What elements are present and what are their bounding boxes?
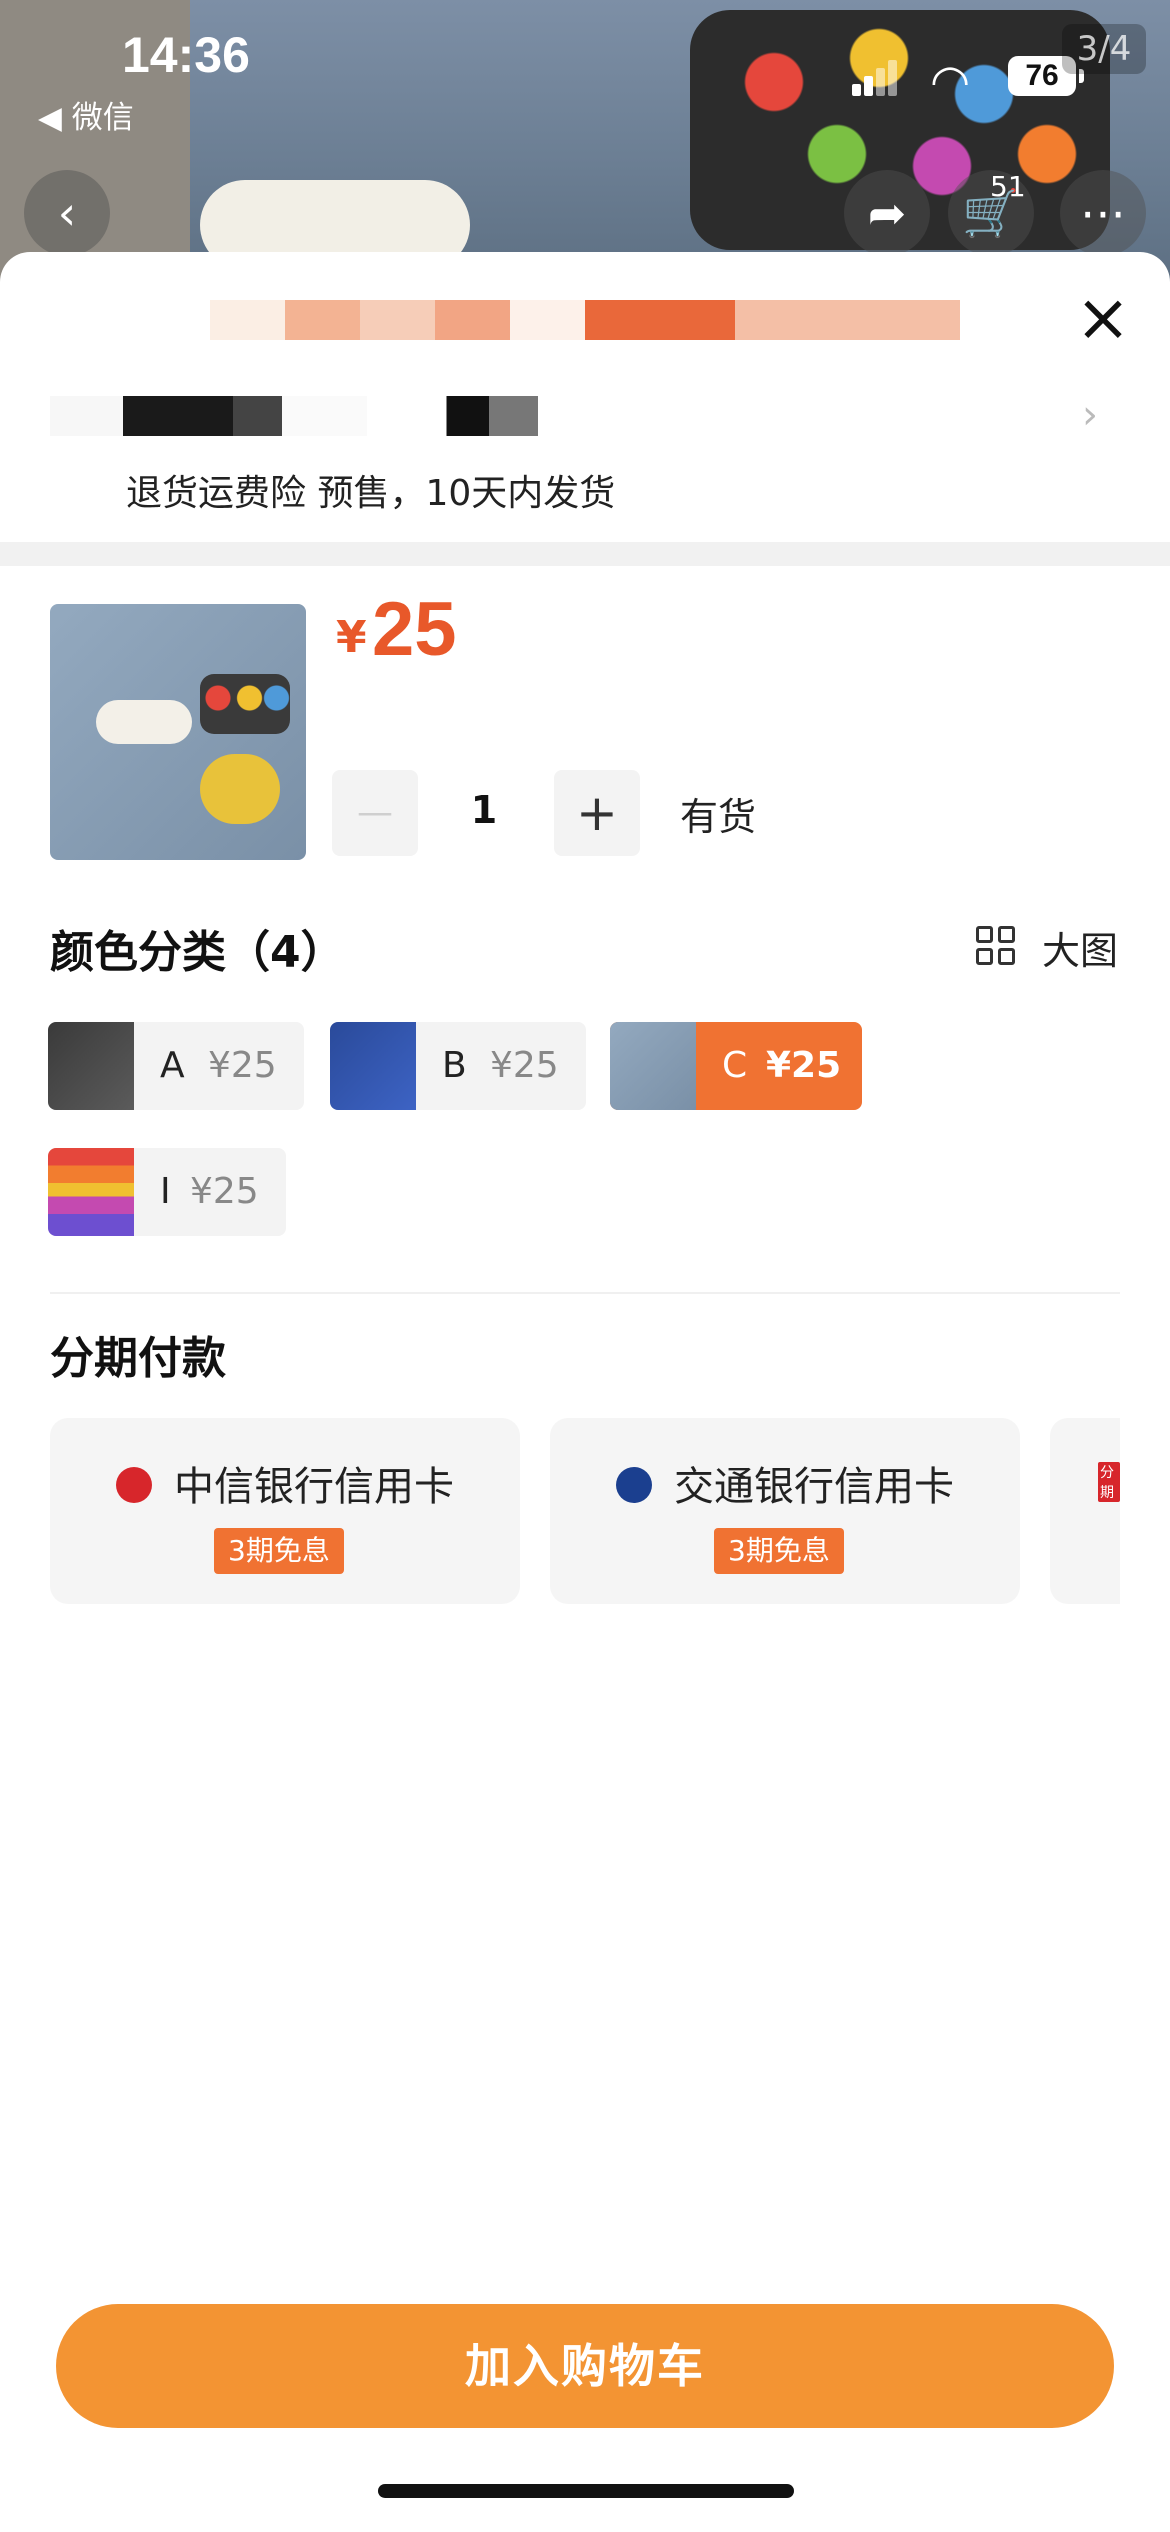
installment-card-partial[interactable]: 分期: [1050, 1418, 1120, 1604]
gallery-pager: 3/4: [1062, 24, 1146, 74]
installment-card-bocom[interactable]: 交通银行信用卡 3期免息: [550, 1418, 1020, 1604]
quantity-increase-button[interactable]: +: [554, 770, 640, 856]
sku-option-price: ¥25: [766, 1045, 842, 1086]
installment-section-title: 分期付款: [50, 1333, 226, 1384]
sku-c-image: [610, 1022, 696, 1110]
chevron-right-icon[interactable]: ›: [1082, 392, 1098, 438]
section-divider-line: [50, 1292, 1120, 1294]
section-divider: [0, 542, 1170, 566]
price-currency: ¥: [336, 612, 367, 663]
installment-card-citic[interactable]: 中信银行信用卡 3期免息: [50, 1418, 520, 1604]
sku-option-price: ¥25: [208, 1045, 277, 1086]
add-to-cart-button[interactable]: 加入购物车: [56, 2304, 1114, 2428]
sku-option-a[interactable]: A ¥25: [48, 1022, 304, 1110]
sku-b-image: [330, 1022, 416, 1110]
sku-a-image: [48, 1022, 134, 1110]
home-indicator: [378, 2484, 794, 2498]
big-image-label: 大图: [1042, 929, 1119, 973]
plus-icon: +: [576, 784, 618, 842]
quantity-value[interactable]: 1: [440, 788, 528, 832]
minus-icon: —: [357, 792, 393, 833]
status-time: 14:36: [122, 27, 250, 83]
installment-logo-text: 分期: [1098, 1462, 1120, 1502]
close-sheet-button[interactable]: ×: [1070, 285, 1136, 354]
back-button[interactable]: ‹: [24, 170, 110, 256]
citic-bank-logo-icon: [116, 1467, 152, 1503]
quantity-decrease-button[interactable]: —: [332, 770, 418, 856]
redacted-shop-info: [50, 396, 660, 436]
color-section-title: 颜色分类（4）: [50, 927, 345, 978]
status-bar: 14:36 ◀ 微信 ◠ 76: [0, 0, 1170, 136]
service-info-text: 退货运费险 预售，10天内发货: [126, 473, 616, 514]
more-icon: ⋯: [1080, 186, 1126, 240]
selected-sku-thumbnail[interactable]: [50, 604, 306, 860]
sku-option-label: B: [442, 1045, 467, 1086]
sku-option-i[interactable]: I ¥25: [48, 1148, 286, 1236]
sku-option-price: ¥25: [190, 1171, 259, 1212]
bocom-bank-logo-icon: [616, 1467, 652, 1503]
bank-name: 交通银行信用卡: [674, 1464, 954, 1510]
sku-option-c[interactable]: C ¥25: [610, 1022, 862, 1110]
sku-option-b[interactable]: B ¥25: [330, 1022, 586, 1110]
interest-free-badge: 3期免息: [714, 1528, 844, 1574]
sku-option-label: I: [160, 1171, 171, 1212]
bank-name: 中信银行信用卡: [174, 1464, 454, 1510]
sku-option-price: ¥25: [490, 1045, 559, 1086]
sku-option-label: C: [722, 1045, 748, 1086]
wifi-icon: ◠: [930, 54, 971, 108]
close-icon: ×: [1075, 279, 1131, 356]
redacted-title: [210, 300, 960, 340]
grid-icon: [976, 926, 1016, 966]
cart-count-badge: 51: [990, 170, 1026, 203]
stock-status: 有货: [680, 795, 757, 839]
share-button[interactable]: ➦: [844, 170, 930, 256]
chevron-left-icon: ‹: [57, 186, 77, 240]
sku-i-image: [48, 1148, 134, 1236]
share-icon: ➦: [867, 186, 907, 240]
big-image-toggle[interactable]: 大图: [976, 920, 1119, 975]
sku-selection-sheet: × › 退货运费险 预售，10天内发货 ¥ 25 — 1 + 有货 颜色分类（4…: [0, 252, 1170, 2532]
price-value: 25: [372, 587, 457, 672]
sku-option-label: A: [160, 1045, 185, 1086]
more-button[interactable]: ⋯: [1060, 170, 1146, 256]
interest-free-badge: 3期免息: [214, 1528, 344, 1574]
cellular-signal-icon: [852, 60, 897, 96]
back-to-app-link[interactable]: ◀ 微信: [38, 92, 134, 137]
